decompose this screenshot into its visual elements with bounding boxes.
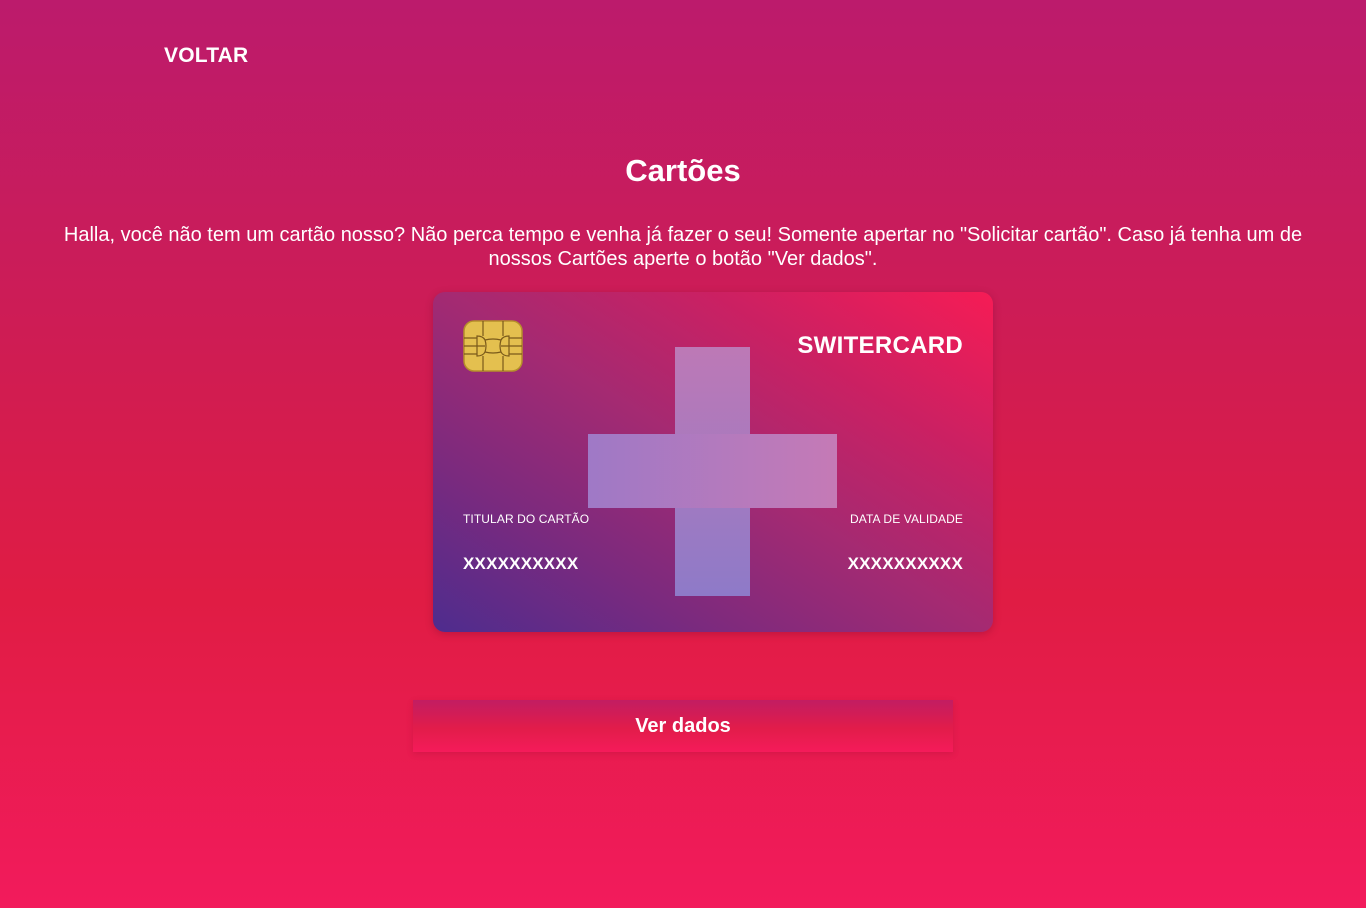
credit-card: SWITERCARD TITULAR DO CARTÃO DATA DE VAL… [433, 292, 993, 632]
swiss-cross-horizontal-bar [588, 434, 837, 508]
intro-text: Halla, você não tem um cartão nosso? Não… [63, 224, 1303, 270]
card-expiry-value: XXXXXXXXXX [847, 554, 963, 573]
card-brand: SWITERCARD [797, 332, 963, 359]
card-holder-value: XXXXXXXXXX [463, 554, 579, 573]
card-expiry-label: DATA DE VALIDADE [850, 512, 963, 526]
back-link[interactable]: VOLTAR [164, 44, 248, 68]
card-chip-icon [463, 320, 523, 372]
view-data-button[interactable]: Ver dados [413, 700, 953, 752]
card-holder-label: TITULAR DO CARTÃO [463, 512, 590, 526]
page-title: Cartões [625, 153, 741, 188]
